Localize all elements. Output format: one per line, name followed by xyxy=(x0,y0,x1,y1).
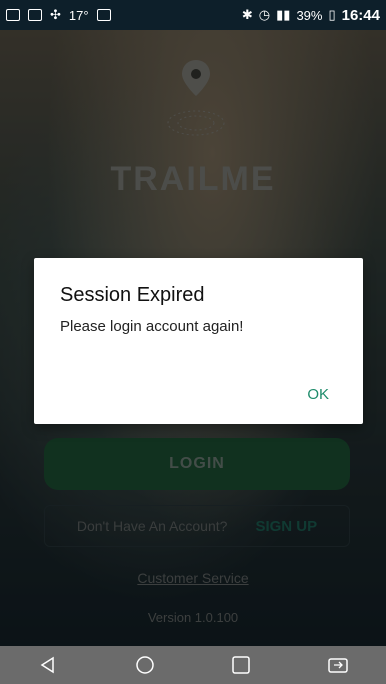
navigation-bar xyxy=(0,646,386,684)
camera-icon xyxy=(6,9,20,21)
dialog-title: Session Expired xyxy=(60,284,205,306)
message-icon xyxy=(28,9,42,21)
switch-app-button[interactable] xyxy=(326,653,350,677)
alarm-icon: ◷ xyxy=(258,7,271,22)
clock: 16:44 xyxy=(341,6,380,24)
dialog-message: Please login account again! xyxy=(60,318,244,335)
app-icon: ✣ xyxy=(50,7,61,22)
bluetooth-icon: ✱ xyxy=(241,7,253,22)
signal-icon: ▮▮ xyxy=(276,7,291,22)
back-icon xyxy=(40,656,54,674)
ok-button[interactable]: OK xyxy=(307,386,329,403)
back-button[interactable] xyxy=(36,653,60,677)
switch-app-icon xyxy=(328,658,348,673)
home-button[interactable] xyxy=(133,653,157,677)
status-left: ✣ 17° xyxy=(6,7,111,23)
battery-percent: 39% xyxy=(296,7,323,23)
session-expired-dialog: Session Expired Please login account aga… xyxy=(34,258,363,424)
status-right: ✱ ◷ ▮▮ 39% ▯ 16:44 xyxy=(242,7,380,24)
home-icon xyxy=(136,656,154,674)
recents-icon xyxy=(232,656,250,674)
status-bar: ✣ 17° ✱ ◷ ▮▮ 39% ▯ 16:44 xyxy=(0,0,386,30)
recents-button[interactable] xyxy=(229,653,253,677)
activity-icon xyxy=(96,9,111,21)
battery-icon: ▯ xyxy=(328,7,336,22)
temperature: 17° xyxy=(68,7,89,23)
